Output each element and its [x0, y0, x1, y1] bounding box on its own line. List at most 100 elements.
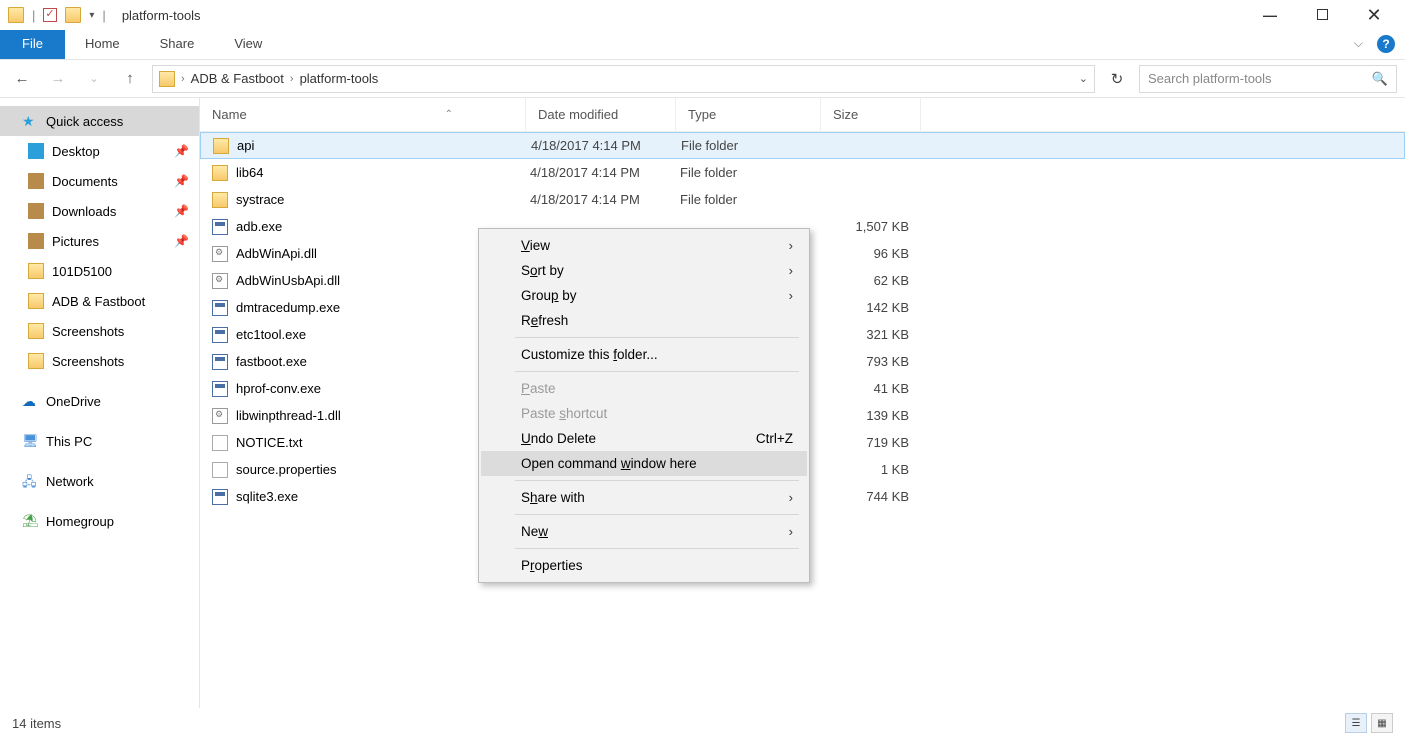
context-menu-share-with[interactable]: Share with› — [481, 485, 807, 510]
search-icon: 🔍 — [1372, 71, 1388, 87]
tab-share[interactable]: Share — [140, 30, 215, 59]
file-icon — [212, 435, 228, 451]
column-header-date[interactable]: Date modified — [526, 98, 676, 131]
sidebar-item-downloads[interactable]: Downloads 📌 — [0, 196, 199, 226]
large-icons-view-button[interactable]: ▦ — [1371, 713, 1393, 733]
file-date: 4/18/2017 4:14 PM — [526, 165, 676, 180]
separator — [515, 548, 799, 549]
navigation-pane: ★ Quick access Desktop 📌 Documents 📌 Dow… — [0, 98, 200, 708]
context-menu-sort-by[interactable]: Sort by› — [481, 258, 807, 283]
sidebar-item-label: ADB & Fastboot — [52, 294, 145, 309]
column-header-size[interactable]: Size — [821, 98, 921, 131]
sidebar-item-this-pc[interactable]: 🖥 This PC — [0, 426, 199, 456]
minimize-button[interactable]: — — [1255, 7, 1285, 23]
file-name: adb.exe — [236, 219, 282, 234]
file-size: 1 KB — [821, 462, 921, 477]
file-name: hprof-conv.exe — [236, 381, 321, 396]
context-menu-undo-delete[interactable]: Undo Delete Ctrl+Z — [481, 426, 807, 451]
sidebar-item-folder[interactable]: 101D5100 — [0, 256, 199, 286]
separator — [515, 337, 799, 338]
status-bar: 14 items ☰ ▦ — [0, 708, 1405, 738]
breadcrumb-segment[interactable]: ADB & Fastboot — [191, 71, 284, 86]
sidebar-item-label: 101D5100 — [52, 264, 112, 279]
qat-dropdown-icon[interactable]: ▾ — [89, 10, 94, 21]
chevron-right-icon: › — [789, 524, 793, 539]
sidebar-item-label: Pictures — [52, 234, 99, 249]
file-size: 744 KB — [821, 489, 921, 504]
folder-icon — [28, 263, 44, 279]
sidebar-item-label: Documents — [52, 174, 118, 189]
file-size: 321 KB — [821, 327, 921, 342]
sidebar-item-label: Downloads — [52, 204, 116, 219]
file-type: File folder — [676, 165, 821, 180]
sidebar-item-label: OneDrive — [46, 394, 101, 409]
back-button[interactable]: ← — [8, 70, 36, 87]
details-view-button[interactable]: ☰ — [1345, 713, 1367, 733]
window-title: platform-tools — [122, 8, 201, 23]
divider: | — [32, 8, 35, 23]
maximize-button[interactable] — [1307, 7, 1337, 23]
context-menu-new[interactable]: New› — [481, 519, 807, 544]
tab-view[interactable]: View — [214, 30, 282, 59]
context-menu: View› Sort by› Group by› Refresh Customi… — [478, 228, 810, 583]
context-menu-customize[interactable]: Customize this folder... — [481, 342, 807, 367]
forward-button[interactable]: → — [44, 70, 72, 87]
file-icon — [212, 408, 228, 424]
column-header-name[interactable]: Name ⌃ — [200, 98, 526, 131]
search-input[interactable]: Search platform-tools 🔍 — [1139, 65, 1397, 93]
file-row[interactable]: systrace4/18/2017 4:14 PMFile folder — [200, 186, 1405, 213]
file-icon — [212, 354, 228, 370]
file-size: 719 KB — [821, 435, 921, 450]
pc-icon: 🖥 — [22, 433, 38, 449]
tab-file[interactable]: File — [0, 30, 65, 59]
sidebar-item-homegroup[interactable]: ⛱ Homegroup — [0, 506, 199, 536]
address-dropdown-icon[interactable]: ⌄ — [1079, 72, 1088, 85]
onedrive-icon: ☁ — [22, 393, 38, 409]
chevron-right-icon[interactable]: › — [288, 73, 296, 85]
sidebar-item-folder[interactable]: ADB & Fastboot — [0, 286, 199, 316]
sort-indicator-icon: ⌃ — [445, 109, 453, 120]
file-name: AdbWinApi.dll — [236, 246, 317, 261]
up-button[interactable]: ↑ — [116, 70, 144, 87]
context-menu-refresh[interactable]: Refresh — [481, 308, 807, 333]
sidebar-item-network[interactable]: 🖧 Network — [0, 466, 199, 496]
sidebar-item-onedrive[interactable]: ☁ OneDrive — [0, 386, 199, 416]
file-row[interactable]: lib64 4/18/2017 4:14 PMFile folder — [200, 159, 1405, 186]
column-header-type[interactable]: Type — [676, 98, 821, 131]
recent-dropdown-icon[interactable]: ⌄ — [80, 72, 108, 85]
file-size: 142 KB — [821, 300, 921, 315]
tab-home[interactable]: Home — [65, 30, 140, 59]
file-name: dmtracedump.exe — [236, 300, 340, 315]
file-icon — [212, 246, 228, 262]
sidebar-item-documents[interactable]: Documents 📌 — [0, 166, 199, 196]
sidebar-item-folder[interactable]: Screenshots — [0, 346, 199, 376]
new-folder-icon[interactable] — [65, 7, 81, 23]
chevron-right-icon[interactable]: › — [179, 73, 187, 85]
context-menu-properties[interactable]: Properties — [481, 553, 807, 578]
help-button[interactable]: ? — [1377, 35, 1395, 53]
sidebar-item-desktop[interactable]: Desktop 📌 — [0, 136, 199, 166]
file-name: source.properties — [236, 462, 336, 477]
sidebar-item-folder[interactable]: Screenshots — [0, 316, 199, 346]
breadcrumb-segment[interactable]: platform-tools — [300, 71, 379, 86]
pictures-icon — [28, 233, 44, 249]
ribbon-collapse-icon[interactable]: ⌵ — [1344, 30, 1373, 59]
context-menu-open-command-window[interactable]: Open command window here — [481, 451, 807, 476]
documents-icon — [28, 173, 44, 189]
sidebar-item-label: Network — [46, 474, 94, 489]
file-name: NOTICE.txt — [236, 435, 302, 450]
context-menu-view[interactable]: View› — [481, 233, 807, 258]
file-name: lib64 — [236, 165, 263, 180]
file-icon — [212, 489, 228, 505]
context-menu-group-by[interactable]: Group by› — [481, 283, 807, 308]
sidebar-item-pictures[interactable]: Pictures 📌 — [0, 226, 199, 256]
separator — [515, 514, 799, 515]
close-button[interactable]: ✕ — [1359, 8, 1389, 22]
sidebar-item-quick-access[interactable]: ★ Quick access — [0, 106, 199, 136]
refresh-button[interactable]: ↻ — [1103, 70, 1131, 88]
file-row[interactable]: api4/18/2017 4:14 PMFile folder — [200, 132, 1405, 159]
properties-icon[interactable] — [43, 8, 57, 22]
file-icon — [212, 300, 228, 316]
file-name: sqlite3.exe — [236, 489, 298, 504]
address-bar[interactable]: › ADB & Fastboot › platform-tools ⌄ — [152, 65, 1095, 93]
